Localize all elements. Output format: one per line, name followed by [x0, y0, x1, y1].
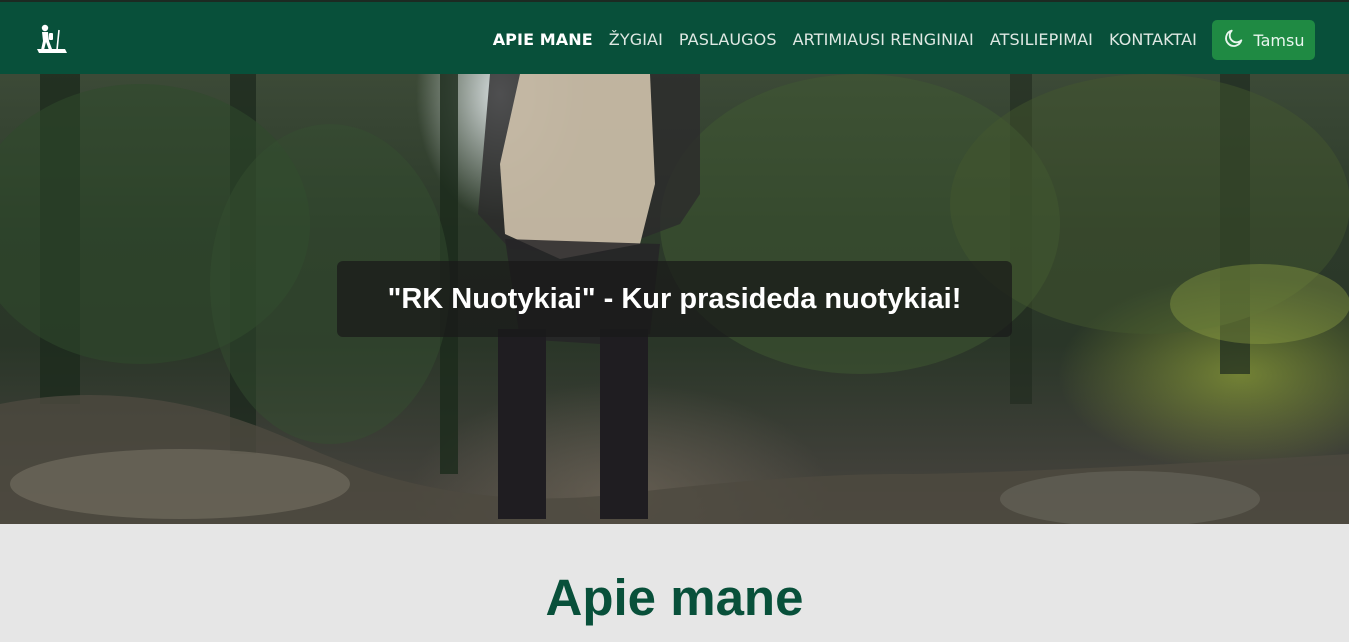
- nav-link-atsiliepimai[interactable]: ATSILIEPIMAI: [990, 30, 1093, 49]
- theme-toggle-label: Tamsu: [1253, 30, 1305, 50]
- nav-link-kontaktai[interactable]: KONTAKTAI: [1109, 30, 1197, 49]
- nav-link-apie-mane[interactable]: APIE MANE: [493, 30, 593, 49]
- moon-icon: [1223, 27, 1245, 53]
- nav-link-paslaugos[interactable]: PASLAUGOS: [679, 30, 777, 49]
- about-title: Apie mane: [545, 569, 804, 626]
- about-section: Apie mane: [0, 524, 1349, 642]
- hero-caption: "RK Nuotykiai" - Kur prasideda nuotykiai…: [337, 261, 1012, 337]
- nav-link-zygiai[interactable]: ŽYGIAI: [609, 30, 663, 49]
- hero-banner: "RK Nuotykiai" - Kur prasideda nuotykiai…: [0, 74, 1349, 524]
- nav-link-artimiausi-renginiai[interactable]: ARTIMIAUSI RENGINIAI: [793, 30, 974, 49]
- hiker-icon[interactable]: [33, 22, 69, 58]
- nav-links: APIE MANE ŽYGIAI PASLAUGOS ARTIMIAUSI RE…: [493, 2, 1197, 76]
- navbar: APIE MANE ŽYGIAI PASLAUGOS ARTIMIAUSI RE…: [0, 0, 1349, 74]
- theme-toggle-button[interactable]: Tamsu: [1212, 20, 1315, 60]
